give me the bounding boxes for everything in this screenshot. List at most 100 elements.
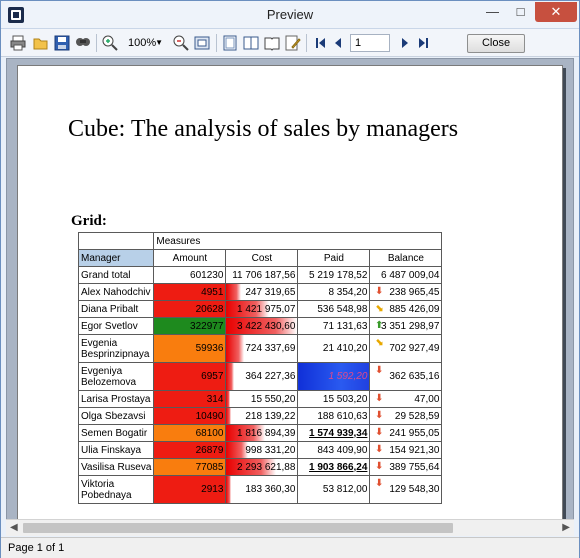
prev-page-icon[interactable] xyxy=(329,34,347,52)
paid-value: 1 903 866,24 xyxy=(309,461,368,473)
maximize-button[interactable]: □ xyxy=(507,2,534,22)
cost-cell: 1 421 975,07 xyxy=(225,300,299,318)
horizontal-scrollbar[interactable]: ◀ ▶ xyxy=(6,519,574,536)
amount-cell: 314 xyxy=(153,390,227,408)
manager-cell: Grand total xyxy=(77,266,155,284)
page-setup-icon[interactable] xyxy=(221,34,239,52)
scroll-thumb[interactable] xyxy=(23,523,453,533)
close-button[interactable]: Close xyxy=(467,34,525,53)
table-row: Vasilisa Ruseva 77085 2 293 621,88 1 903 86… xyxy=(77,458,443,476)
cost-cell: 724 337,69 xyxy=(225,334,299,363)
print-icon[interactable] xyxy=(9,34,27,52)
cost-value: 3 422 430,60 xyxy=(237,320,296,332)
multi-page-icon[interactable] xyxy=(242,34,260,52)
find-icon[interactable] xyxy=(74,34,92,52)
zoom-select[interactable]: 100% ▼ xyxy=(125,34,165,52)
paid-value: 71 131,63 xyxy=(322,320,368,332)
balance-value: 29 528,59 xyxy=(394,410,440,422)
paid-cell: 1 903 866,24 xyxy=(297,458,371,476)
cost-cell: 3 422 430,60 xyxy=(225,317,299,335)
trend-down-icon: ⬇ xyxy=(375,444,384,455)
balance-value: 885 426,09 xyxy=(389,303,440,315)
paid-value: 8 354,20 xyxy=(328,286,368,298)
balance-cell: ⬊ 702 927,49 xyxy=(369,334,443,363)
cost-value: 364 227,36 xyxy=(245,371,296,382)
table-row: Semen Bogatir 68100 1 816 894,39 1 574 939,… xyxy=(77,424,443,442)
amount-cell: 77085 xyxy=(153,458,227,476)
balance-cell: ⬆ 3 351 298,97 xyxy=(369,317,443,335)
cost-bar xyxy=(226,363,234,390)
cost-bar xyxy=(226,284,241,300)
balance-cell: ⬇ 241 955,05 xyxy=(369,424,443,442)
paid-cell: 53 812,00 xyxy=(297,475,371,504)
paid-value: 188 610,63 xyxy=(317,410,368,422)
manager-cell: Vasilisa Ruseva xyxy=(77,458,155,476)
chevron-down-icon: ▼ xyxy=(155,38,163,47)
balance-cell: ⬇ 47,00 xyxy=(369,390,443,408)
next-page-icon[interactable] xyxy=(396,34,414,52)
manager-cell: Ulia Finskaya xyxy=(77,441,155,459)
trend-down-icon: ⬇ xyxy=(375,393,384,404)
paid-cell: 71 131,63 xyxy=(297,317,371,335)
balance-value: 129 548,30 xyxy=(389,484,440,495)
page-number-input[interactable]: 1 xyxy=(350,34,390,52)
book-icon[interactable] xyxy=(263,34,281,52)
table-row: Evgenia Besprinzipnaya 59936 724 337,69 21 … xyxy=(77,334,443,363)
open-icon[interactable] xyxy=(32,34,50,52)
table-row: Diana Pribalt 20628 1 421 975,07 536 548,98… xyxy=(77,300,443,318)
amount-cell: 59936 xyxy=(153,334,227,363)
amount-cell: 10490 xyxy=(153,407,227,425)
minimize-button[interactable]: — xyxy=(479,2,506,22)
scroll-left-icon[interactable]: ◀ xyxy=(10,522,18,533)
title-bar[interactable]: Preview — □ ✕ xyxy=(1,1,579,29)
manager-cell: Diana Pribalt xyxy=(77,300,155,318)
cost-cell: 998 331,20 xyxy=(225,441,299,459)
column-header-balance: Balance xyxy=(369,249,443,267)
cost-value: 183 360,30 xyxy=(245,484,296,495)
cost-value: 15 550,20 xyxy=(250,393,296,405)
trend-side-icon: ⬊ xyxy=(375,337,384,348)
cost-value: 11 706 187,56 xyxy=(232,269,296,281)
last-page-icon[interactable] xyxy=(415,34,433,52)
first-page-icon[interactable] xyxy=(311,34,329,52)
table-row: Larisa Prostaya 314 15 550,20 15 503,20 ⬇ 47,… xyxy=(77,390,443,408)
close-window-button[interactable]: ✕ xyxy=(535,2,577,22)
page-info: Page 1 of 1 xyxy=(8,542,65,554)
fit-page-icon[interactable] xyxy=(193,34,211,52)
balance-cell: ⬇ 154 921,30 xyxy=(369,441,443,459)
report-title: Cube: The analysis of sales by managers xyxy=(68,116,459,142)
balance-value: 241 955,05 xyxy=(389,427,440,439)
grid-label: Grid: xyxy=(71,213,107,229)
paid-cell: 1 592,20 xyxy=(297,362,371,391)
save-icon[interactable] xyxy=(53,34,71,52)
column-header-cost: Cost xyxy=(225,249,299,267)
manager-cell: Olga Sbezavsi xyxy=(77,407,155,425)
cost-cell: 11 706 187,56 xyxy=(225,266,299,284)
cost-value: 2 293 621,88 xyxy=(237,461,296,473)
paid-cell: 843 409,90 xyxy=(297,441,371,459)
balance-cell: ⬇ 29 528,59 xyxy=(369,407,443,425)
preview-viewport[interactable]: Cube: The analysis of sales by managers … xyxy=(6,58,574,534)
table-row: Grand total 601230 11 706 187,56 5 219 178,… xyxy=(77,266,443,284)
cube-grid: Measures Manager Amount Cost Paid Balanc… xyxy=(77,232,443,504)
cost-value: 724 337,69 xyxy=(245,343,296,354)
paid-value: 21 410,20 xyxy=(322,343,368,354)
cost-cell: 15 550,20 xyxy=(225,390,299,408)
zoom-out-icon[interactable] xyxy=(172,34,190,52)
balance-cell: ⬇ 389 755,64 xyxy=(369,458,443,476)
edit-icon[interactable] xyxy=(284,34,302,52)
column-header-paid: Paid xyxy=(297,249,371,267)
paid-value: 1 574 939,34 xyxy=(309,427,368,439)
cost-cell: 364 227,36 xyxy=(225,362,299,391)
toolbar: 100% ▼ 1 Close xyxy=(1,29,579,57)
balance-value: 6 487 009,04 xyxy=(381,269,440,281)
balance-value: 362 635,16 xyxy=(389,371,440,382)
paid-cell: 536 548,98 xyxy=(297,300,371,318)
report-page: Cube: The analysis of sales by managers … xyxy=(17,65,563,533)
manager-cell: Evgenia Besprinzipnaya xyxy=(77,334,155,363)
table-row: Alex Nahodchiv 4951 247 319,65 8 354,20 ⬇ 238… xyxy=(77,283,443,301)
zoom-in-icon[interactable] xyxy=(101,34,119,52)
balance-value: 389 755,64 xyxy=(389,461,440,473)
scroll-right-icon[interactable]: ▶ xyxy=(562,522,570,533)
paid-value: 15 503,20 xyxy=(322,393,368,405)
